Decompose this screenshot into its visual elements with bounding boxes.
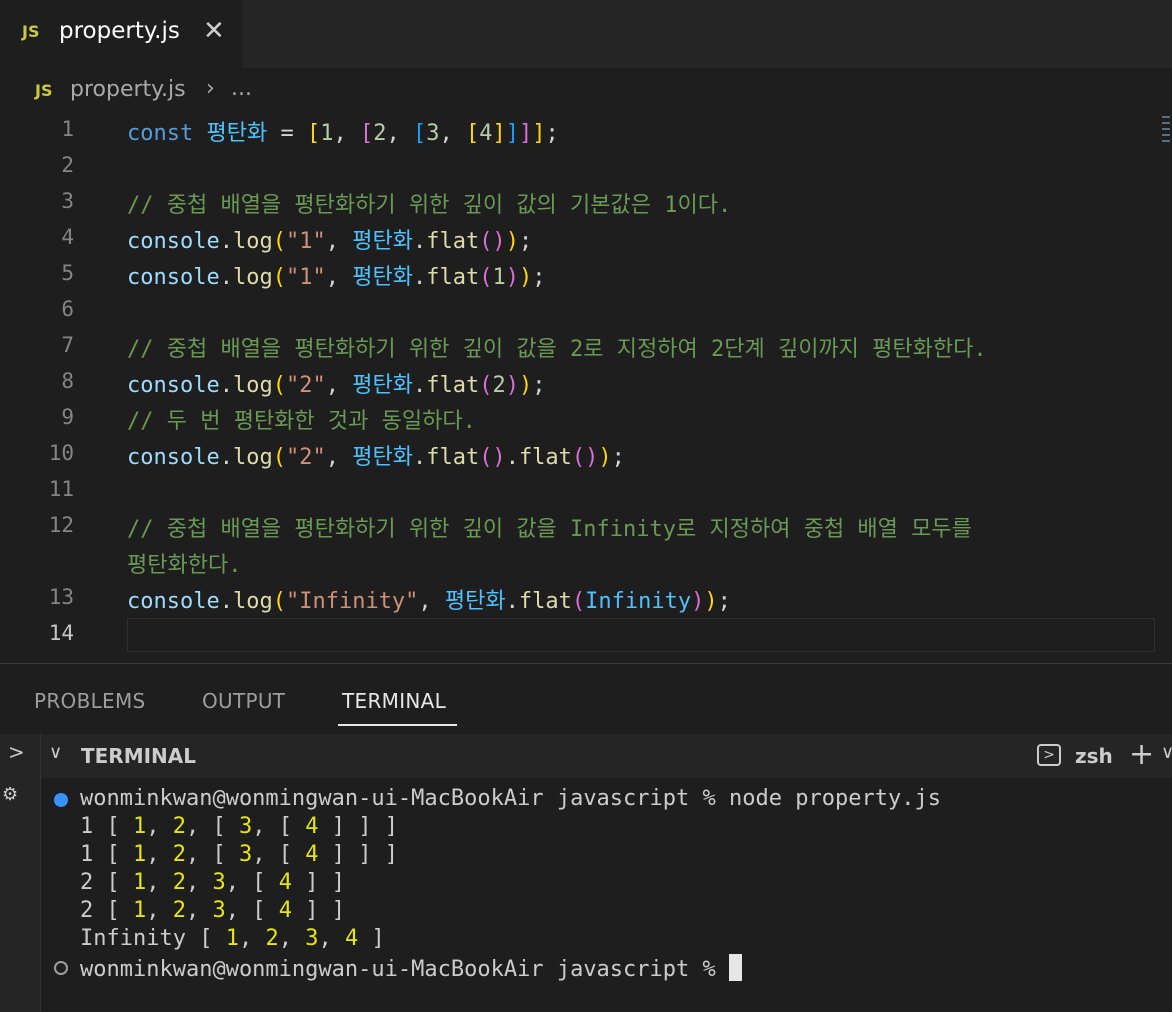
line-number: 12 [48,513,74,537]
breadcrumb-file[interactable]: property.js [70,77,186,102]
terminal-output-line: 1 [ 1, 2, [ 3, [ 4 ] ] ] [80,814,398,839]
code-text[interactable]: console.log("1", 평탄화.flat(1)); [127,259,545,291]
js-file-icon: JS [35,81,53,100]
terminal-command-line: wonminkwan@wonmingwan-ui-MacBookAir java… [80,786,941,811]
code-text[interactable]: console.log("Infinity", 평탄화.flat(Infinit… [127,583,731,615]
command-status-icon [54,961,68,975]
code-line: 7 // 중첩 배열을 평탄화하기 위한 깊이 값을 2로 지정하여 2단계 깊… [0,328,1172,364]
code-line: 6 [0,292,1172,328]
code-line: 4 console.log("1", 평탄화.flat()); [0,220,1172,256]
terminal-prompt-line: wonminkwan@wonmingwan-ui-MacBookAir java… [80,954,743,982]
debug-console-icon[interactable]: ⚙ [2,784,18,805]
terminal-icon[interactable]: > [1037,744,1061,766]
chevron-down-icon[interactable]: ∨ [1161,742,1172,763]
terminal-output[interactable]: wonminkwan@wonmingwan-ui-MacBookAir java… [41,778,1172,1012]
line-number: 11 [48,477,74,501]
terminal-output-line: 2 [ 1, 2, 3, [ 4 ] ] [80,870,345,895]
code-line-wrapped: 평탄화한다. [0,544,1172,580]
comment-text[interactable]: // 중첩 배열을 평탄화하기 위한 깊이 값을 Infinity로 지정하여 … [127,511,972,543]
line-number: 6 [61,297,74,321]
line-number: 9 [61,405,74,429]
line-number: 2 [61,153,74,177]
command-status-icon [54,793,68,807]
line-number: 14 [48,621,74,645]
plus-icon[interactable]: + [1129,737,1154,772]
line-number: 4 [61,225,74,249]
chevron-right-icon: › [206,76,215,101]
line-number: 7 [61,333,74,357]
code-text[interactable]: console.log("2", 평탄화.flat().flat()); [127,439,625,471]
tab-terminal[interactable]: TERMINAL [342,689,446,713]
tab-property-js[interactable]: JS property.js ✕ [0,0,242,68]
code-editor[interactable]: 1 const 평탄화 = [1, [2, [3, [4]]]]; 2 3 //… [0,112,1172,664]
comment-text[interactable]: // 중첩 배열을 평탄화하기 위한 깊이 값을 2로 지정하여 2단계 깊이까… [127,331,987,363]
code-line: 13 console.log("Infinity", 평탄화.flat(Infi… [0,580,1172,616]
tab-problems[interactable]: PROBLEMS [34,689,146,713]
terminal-output-line: 1 [ 1, 2, [ 3, [ 4 ] ] ] [80,842,398,867]
code-line: 14 [0,616,1172,652]
line-number: 8 [61,369,74,393]
comment-text[interactable]: 평탄화한다. [127,547,241,579]
code-line: 8 console.log("2", 평탄화.flat(2)); [0,364,1172,400]
chevron-down-icon[interactable]: ∨ [49,742,62,763]
code-line: 9 // 두 번 평탄화한 것과 동일하다. [0,400,1172,436]
breadcrumb: JS property.js › ... [0,68,1172,112]
terminal-output-line: Infinity [ 1, 2, 3, 4 ] [80,926,385,951]
code-line: 3 // 중첩 배열을 평탄화하기 위한 깊이 값의 기본값은 1이다. [0,184,1172,220]
code-line: 5 console.log("1", 평탄화.flat(1)); [0,256,1172,292]
code-line: 12 // 중첩 배열을 평탄화하기 위한 깊이 값을 Infinity로 지정… [0,508,1172,544]
tab-output[interactable]: OUTPUT [202,689,285,713]
code-line: 1 const 평탄화 = [1, [2, [3, [4]]]]; [0,112,1172,148]
terminal-title: TERMINAL [81,744,197,768]
active-tab-indicator [338,724,457,726]
line-number: 1 [61,117,74,141]
code-text[interactable]: console.log("2", 평탄화.flat(2)); [127,367,545,399]
comment-text[interactable]: // 두 번 평탄화한 것과 동일하다. [127,403,476,435]
terminal-shell-name[interactable]: zsh [1075,744,1113,768]
comment-text[interactable]: // 중첩 배열을 평탄화하기 위한 깊이 값의 기본값은 1이다. [127,187,731,219]
chevron-right-icon[interactable]: > [8,740,25,764]
line-number: 5 [61,261,74,285]
panel-tab-bar: PROBLEMS OUTPUT TERMINAL [0,664,1172,734]
js-file-icon: JS [22,22,40,41]
code-line: 11 [0,472,1172,508]
breadcrumb-more[interactable]: ... [231,76,252,101]
terminal-header: ∨ TERMINAL > zsh + ∨ [41,734,1172,778]
code-line: 2 [0,148,1172,184]
terminal-output-line: 2 [ 1, 2, 3, [ 4 ] ] [80,898,345,923]
code-line: 10 console.log("2", 평탄화.flat().flat()); [0,436,1172,472]
code-text[interactable]: const 평탄화 = [1, [2, [3, [4]]]]; [127,115,559,147]
line-number: 13 [48,585,74,609]
tab-title: property.js [59,18,180,44]
line-number: 10 [48,441,74,465]
line-number: 3 [61,189,74,213]
editor-tab-bar: JS property.js ✕ [0,0,1172,68]
code-text[interactable]: console.log("1", 평탄화.flat()); [127,223,532,255]
close-icon[interactable]: ✕ [203,16,225,46]
terminal-side-strip: > ⚙ [0,734,41,1012]
terminal-cursor [729,954,743,981]
